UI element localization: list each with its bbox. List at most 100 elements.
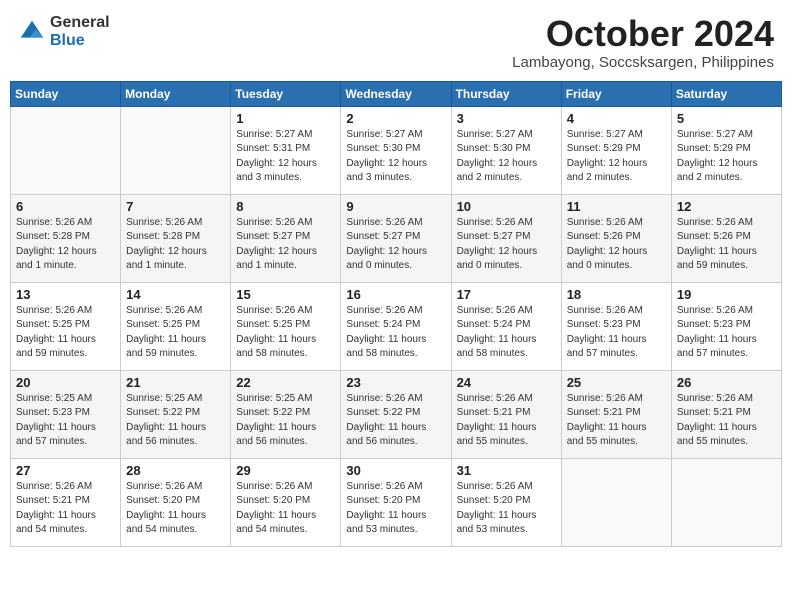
calendar-cell: 12Sunrise: 5:26 AM Sunset: 5:26 PM Dayli…: [671, 194, 781, 282]
day-number: 22: [236, 375, 335, 390]
day-info: Sunrise: 5:26 AM Sunset: 5:24 PM Dayligh…: [346, 304, 445, 362]
calendar-cell: 29 Sunrise: 5:26 AM Sunset: 5:20 PM Dayli…: [231, 458, 341, 546]
day-number: 8: [236, 199, 335, 214]
calendar-cell: 31 Sunrise: 5:26 AM Sunset: 5:20 PM Dayli…: [451, 458, 561, 546]
day-number: 3: [457, 111, 556, 126]
day-number: 11: [567, 199, 666, 214]
day-info: Sunrise: 5:27 AM Sunset: 5:30 PM Dayligh…: [457, 128, 556, 186]
calendar-cell: 9 Sunrise: 5:26 AM Sunset: 5:27 PM Daylig…: [341, 194, 451, 282]
day-number: 27: [16, 463, 115, 478]
calendar-cell: [11, 106, 121, 194]
calendar-cell: 11Sunrise: 5:26 AM Sunset: 5:26 PM Dayli…: [561, 194, 671, 282]
calendar-cell: [671, 458, 781, 546]
day-info: Sunrise: 5:26 AM Sunset: 5:25 PM Dayligh…: [126, 304, 225, 362]
calendar-cell: 5 Sunrise: 5:27 AM Sunset: 5:29 PM Daylig…: [671, 106, 781, 194]
calendar-cell: 25 Sunrise: 5:26 AM Sunset: 5:21 PM Dayli…: [561, 370, 671, 458]
location-title: Lambayong, Soccsksargen, Philippines: [512, 54, 774, 71]
page-header: General Blue October 2024 Lambayong, Soc…: [10, 10, 782, 75]
day-header-wednesday: Wednesday: [341, 81, 451, 106]
logo-blue: Blue: [50, 32, 85, 49]
logo-icon: [18, 18, 46, 46]
day-number: 21: [126, 375, 225, 390]
day-number: 18: [567, 287, 666, 302]
day-number: 29: [236, 463, 335, 478]
week-row-3: 13Sunrise: 5:26 AM Sunset: 5:25 PM Dayli…: [11, 282, 782, 370]
day-number: 9: [346, 199, 445, 214]
calendar-cell: 4 Sunrise: 5:27 AM Sunset: 5:29 PM Daylig…: [561, 106, 671, 194]
calendar-cell: 10 Sunrise: 5:26 AM Sunset: 5:27 PM Dayli…: [451, 194, 561, 282]
day-number: 12: [677, 199, 776, 214]
calendar-cell: 27 Sunrise: 5:26 AM Sunset: 5:21 PM Dayli…: [11, 458, 121, 546]
calendar-cell: 16 Sunrise: 5:26 AM Sunset: 5:24 PM Dayli…: [341, 282, 451, 370]
day-info: Sunrise: 5:26 AM Sunset: 5:21 PM Dayligh…: [457, 392, 556, 450]
day-info: Sunrise: 5:26 AM Sunset: 5:23 PM Dayligh…: [677, 304, 776, 362]
day-header-saturday: Saturday: [671, 81, 781, 106]
day-info: Sunrise: 5:26 AM Sunset: 5:21 PM Dayligh…: [16, 480, 115, 538]
day-number: 10: [457, 199, 556, 214]
title-block: October 2024 Lambayong, Soccsksargen, Ph…: [512, 14, 774, 71]
calendar-cell: 2 Sunrise: 5:27 AM Sunset: 5:30 PM Daylig…: [341, 106, 451, 194]
day-info: Sunrise: 5:26 AM Sunset: 5:20 PM Dayligh…: [346, 480, 445, 538]
calendar-cell: 26Sunrise: 5:26 AM Sunset: 5:21 PM Dayli…: [671, 370, 781, 458]
month-title: October 2024: [512, 14, 774, 54]
day-number: 23: [346, 375, 445, 390]
day-info: Sunrise: 5:26 AM Sunset: 5:22 PM Dayligh…: [346, 392, 445, 450]
day-info: Sunrise: 5:25 AM Sunset: 5:22 PM Dayligh…: [126, 392, 225, 450]
calendar-cell: 23 Sunrise: 5:26 AM Sunset: 5:22 PM Dayli…: [341, 370, 451, 458]
day-number: 24: [457, 375, 556, 390]
day-info: Sunrise: 5:26 AM Sunset: 5:27 PM Dayligh…: [236, 216, 335, 274]
calendar-cell: 28Sunrise: 5:26 AM Sunset: 5:20 PM Dayli…: [121, 458, 231, 546]
header-row: SundayMondayTuesdayWednesdayThursdayFrid…: [11, 81, 782, 106]
day-info: Sunrise: 5:25 AM Sunset: 5:22 PM Dayligh…: [236, 392, 335, 450]
week-row-1: 1 Sunrise: 5:27 AM Sunset: 5:31 PM Daylig…: [11, 106, 782, 194]
day-info: Sunrise: 5:26 AM Sunset: 5:21 PM Dayligh…: [677, 392, 776, 450]
day-info: Sunrise: 5:27 AM Sunset: 5:30 PM Dayligh…: [346, 128, 445, 186]
day-info: Sunrise: 5:26 AM Sunset: 5:25 PM Dayligh…: [236, 304, 335, 362]
day-info: Sunrise: 5:26 AM Sunset: 5:24 PM Dayligh…: [457, 304, 556, 362]
calendar-cell: 24 Sunrise: 5:26 AM Sunset: 5:21 PM Dayli…: [451, 370, 561, 458]
calendar-cell: 17 Sunrise: 5:26 AM Sunset: 5:24 PM Dayli…: [451, 282, 561, 370]
calendar-cell: 8 Sunrise: 5:26 AM Sunset: 5:27 PM Daylig…: [231, 194, 341, 282]
week-row-4: 20Sunrise: 5:25 AM Sunset: 5:23 PM Dayli…: [11, 370, 782, 458]
calendar-cell: 13Sunrise: 5:26 AM Sunset: 5:25 PM Dayli…: [11, 282, 121, 370]
day-number: 6: [16, 199, 115, 214]
day-number: 17: [457, 287, 556, 302]
day-number: 30: [346, 463, 445, 478]
calendar-cell: 19 Sunrise: 5:26 AM Sunset: 5:23 PM Dayli…: [671, 282, 781, 370]
day-info: Sunrise: 5:26 AM Sunset: 5:27 PM Dayligh…: [457, 216, 556, 274]
day-header-friday: Friday: [561, 81, 671, 106]
day-info: Sunrise: 5:26 AM Sunset: 5:21 PM Dayligh…: [567, 392, 666, 450]
calendar-cell: 30 Sunrise: 5:26 AM Sunset: 5:20 PM Dayli…: [341, 458, 451, 546]
day-info: Sunrise: 5:26 AM Sunset: 5:28 PM Dayligh…: [126, 216, 225, 274]
logo: General Blue: [18, 14, 110, 49]
week-row-5: 27 Sunrise: 5:26 AM Sunset: 5:21 PM Dayli…: [11, 458, 782, 546]
day-info: Sunrise: 5:26 AM Sunset: 5:20 PM Dayligh…: [457, 480, 556, 538]
day-info: Sunrise: 5:26 AM Sunset: 5:27 PM Dayligh…: [346, 216, 445, 274]
logo-general: General: [50, 14, 110, 31]
calendar-cell: [561, 458, 671, 546]
calendar-cell: 21 Sunrise: 5:25 AM Sunset: 5:22 PM Dayli…: [121, 370, 231, 458]
day-number: 5: [677, 111, 776, 126]
day-number: 25: [567, 375, 666, 390]
day-number: 16: [346, 287, 445, 302]
day-number: 2: [346, 111, 445, 126]
day-header-tuesday: Tuesday: [231, 81, 341, 106]
day-number: 31: [457, 463, 556, 478]
day-number: 14: [126, 287, 225, 302]
calendar-cell: 1 Sunrise: 5:27 AM Sunset: 5:31 PM Daylig…: [231, 106, 341, 194]
calendar-cell: 7Sunrise: 5:26 AM Sunset: 5:28 PM Daylig…: [121, 194, 231, 282]
day-info: Sunrise: 5:26 AM Sunset: 5:28 PM Dayligh…: [16, 216, 115, 274]
day-number: 4: [567, 111, 666, 126]
day-info: Sunrise: 5:26 AM Sunset: 5:20 PM Dayligh…: [236, 480, 335, 538]
week-row-2: 6 Sunrise: 5:26 AM Sunset: 5:28 PM Daylig…: [11, 194, 782, 282]
day-info: Sunrise: 5:27 AM Sunset: 5:29 PM Dayligh…: [677, 128, 776, 186]
day-header-monday: Monday: [121, 81, 231, 106]
calendar-cell: 6 Sunrise: 5:26 AM Sunset: 5:28 PM Daylig…: [11, 194, 121, 282]
day-number: 1: [236, 111, 335, 126]
day-info: Sunrise: 5:27 AM Sunset: 5:29 PM Dayligh…: [567, 128, 666, 186]
calendar-cell: 22 Sunrise: 5:25 AM Sunset: 5:22 PM Dayli…: [231, 370, 341, 458]
day-header-sunday: Sunday: [11, 81, 121, 106]
day-info: Sunrise: 5:25 AM Sunset: 5:23 PM Dayligh…: [16, 392, 115, 450]
day-number: 19: [677, 287, 776, 302]
day-info: Sunrise: 5:27 AM Sunset: 5:31 PM Dayligh…: [236, 128, 335, 186]
